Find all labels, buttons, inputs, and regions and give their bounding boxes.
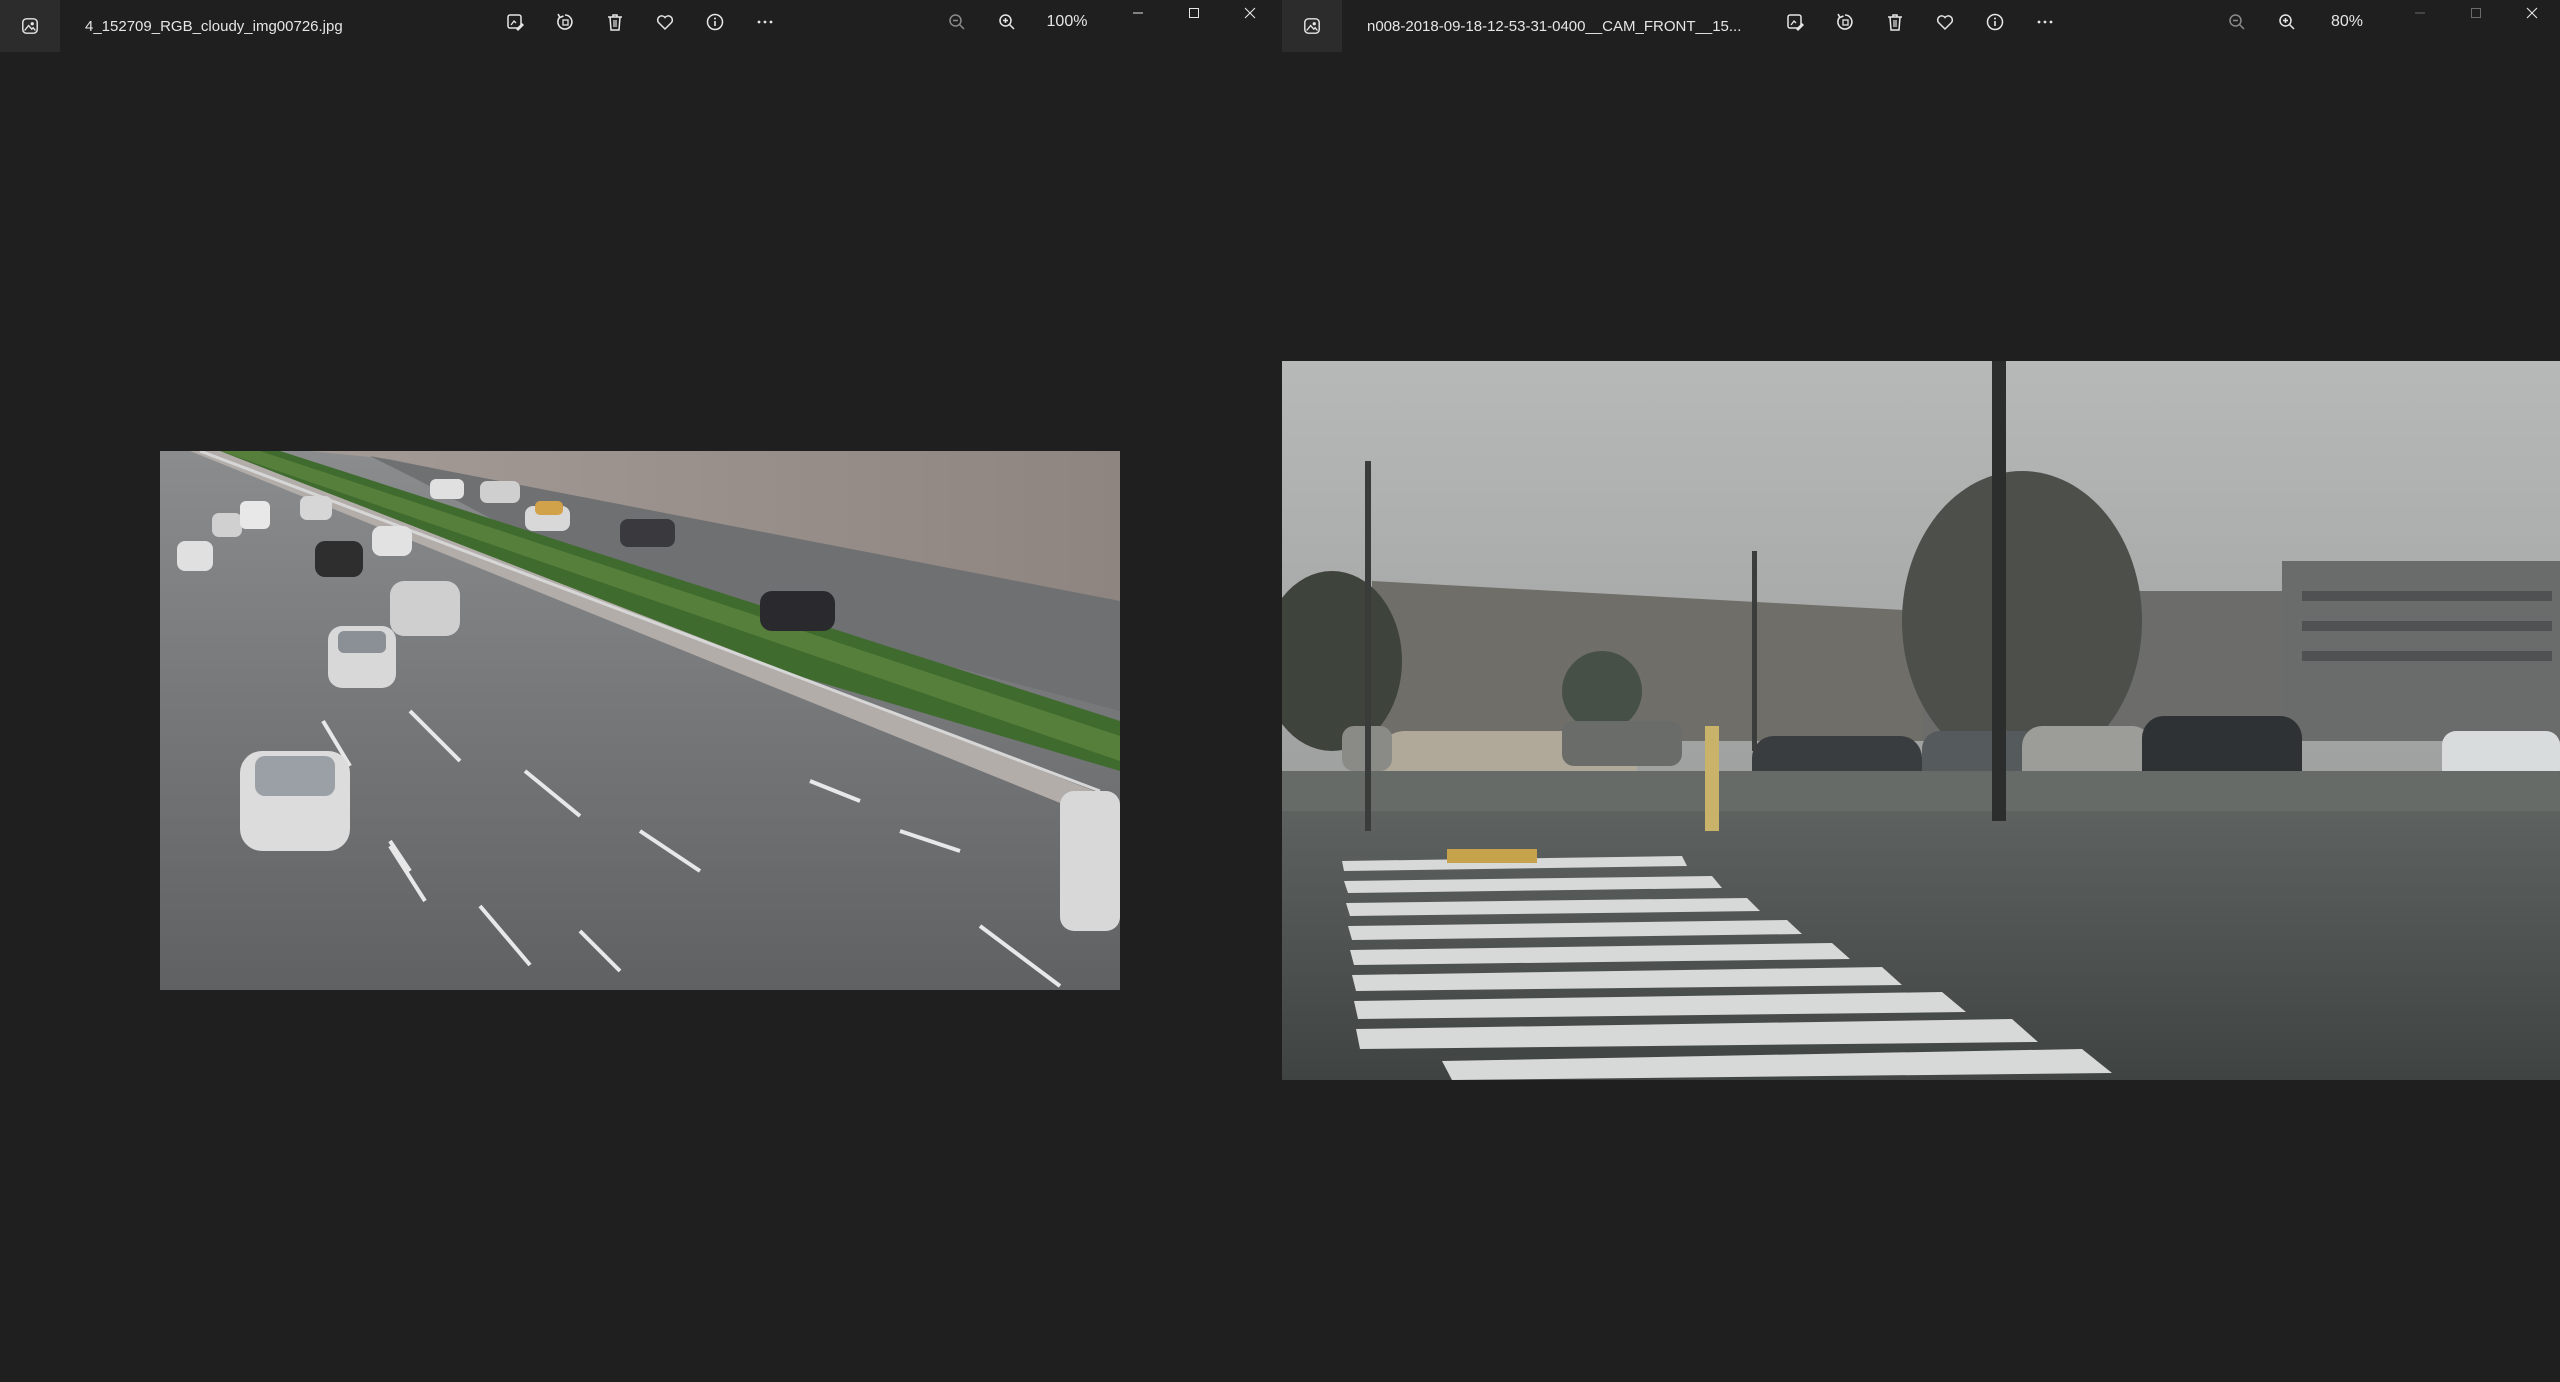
close-icon (2526, 7, 2538, 19)
more-icon (757, 20, 773, 24)
favorite-button[interactable] (1920, 0, 1970, 44)
toolbar (490, 0, 790, 44)
photos-app-icon (1304, 18, 1320, 34)
zoom-out-button[interactable] (932, 0, 982, 44)
photos-app-icon (22, 18, 38, 34)
delete-icon (1888, 14, 1902, 31)
window-caption-buttons (2392, 0, 2560, 26)
file-name: 4_152709_RGB_cloudy_img00726.jpg (85, 17, 343, 35)
zoom-level[interactable]: 80% (2312, 13, 2382, 31)
info-icon (706, 13, 724, 31)
edit-image-button[interactable] (1770, 0, 1820, 44)
image-canvas[interactable] (1282, 361, 2560, 1080)
image-canvas[interactable] (160, 451, 1120, 990)
zoom-controls: 80% (2212, 0, 2382, 44)
zoom-in-icon (999, 14, 1015, 30)
maximize-icon (2471, 8, 2481, 18)
minimize-button[interactable] (2392, 0, 2448, 26)
zoom-in-icon (2279, 14, 2295, 30)
minimize-icon (2415, 12, 2425, 14)
more-button[interactable] (2020, 0, 2070, 44)
edit-image-icon (507, 14, 524, 31)
favorite-button[interactable] (640, 0, 690, 44)
favorite-icon (1936, 15, 1954, 31)
more-icon (2037, 20, 2053, 24)
rotate-button[interactable] (540, 0, 590, 44)
file-name: n008-2018-09-18-12-53-31-0400__CAM_FRONT… (1367, 17, 1742, 35)
edit-image-icon (1787, 14, 1804, 31)
info-button[interactable] (1970, 0, 2020, 44)
zoom-controls: 100% (932, 0, 1102, 44)
photo-viewer-window-left: 4_152709_RGB_cloudy_img00726.jpg 100% (0, 0, 1282, 1382)
rotate-button[interactable] (1820, 0, 1870, 44)
zoom-level[interactable]: 100% (1032, 13, 1102, 31)
app-icon[interactable] (0, 0, 60, 52)
close-button[interactable] (2504, 0, 2560, 26)
maximize-button[interactable] (2448, 0, 2504, 26)
photo-viewer-window-right: n008-2018-09-18-12-53-31-0400__CAM_FRONT… (1282, 0, 2560, 1382)
rotate-icon (1837, 13, 1853, 30)
close-icon (1244, 7, 1256, 19)
maximize-icon (1189, 8, 1199, 18)
edit-image-button[interactable] (490, 0, 540, 44)
highway-traffic-photo (160, 451, 1120, 990)
delete-button[interactable] (1870, 0, 1920, 44)
toolbar (1770, 0, 2070, 44)
info-button[interactable] (690, 0, 740, 44)
window-caption-buttons (1110, 0, 1278, 26)
favorite-icon (656, 15, 674, 31)
app-icon[interactable] (1282, 0, 1342, 52)
zoom-out-icon (2229, 14, 2245, 30)
zoom-in-button[interactable] (2262, 0, 2312, 44)
delete-button[interactable] (590, 0, 640, 44)
zoom-out-button[interactable] (2212, 0, 2262, 44)
delete-icon (608, 14, 622, 31)
zoom-out-icon (949, 14, 965, 30)
minimize-button[interactable] (1110, 0, 1166, 26)
minimize-icon (1133, 12, 1143, 14)
parking-lot-crosswalk-photo (1282, 361, 2560, 1080)
zoom-in-button[interactable] (982, 0, 1032, 44)
maximize-button[interactable] (1166, 0, 1222, 26)
close-button[interactable] (1222, 0, 1278, 26)
info-icon (1986, 13, 2004, 31)
more-button[interactable] (740, 0, 790, 44)
rotate-icon (557, 13, 573, 30)
